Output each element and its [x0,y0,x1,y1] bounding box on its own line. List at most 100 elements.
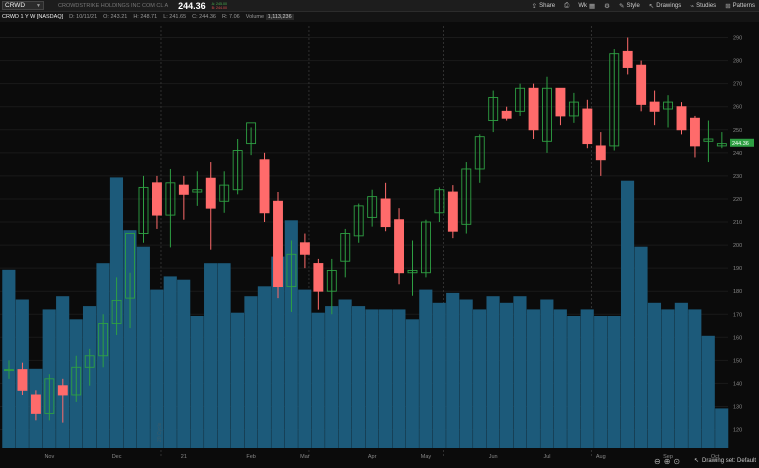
patterns-button[interactable]: ⊞ Patterns [725,2,755,10]
drawing-set-selector[interactable]: ↖ Drawing set: Default [694,457,757,465]
candle-down [151,182,162,216]
candle-down [57,385,68,396]
volume-bar [715,408,729,448]
price-tick-label: 290 [733,36,742,42]
calendar-icon: ▦ [589,3,596,10]
chart-info-bar: CRWD 1 Y W [NASDAQ] D: 10/11/21 O: 243.2… [0,12,759,22]
volume-bar [432,302,446,448]
volume-bar [647,302,662,448]
candle-down [380,198,391,228]
zoom-reset-icon[interactable]: ⊙ [673,457,680,466]
price-tick-label: 280 [733,59,742,65]
price-tick-label: 190 [733,266,742,272]
candle-down [690,117,700,147]
volume-value: 1,113,236 [265,14,294,20]
toolbar-actions: ⇪ Share ⎙ Wk ▦ ⚙ ✎ Style ↖ Drawings ⌁ Studies… [532,0,755,12]
volume-bar [311,312,325,448]
volume-bar [338,299,352,448]
timeframe-button[interactable]: Wk ▦ [578,2,595,10]
candle-down [582,108,593,145]
volume-bar [257,286,271,448]
share-icon: ⇪ [531,3,538,10]
company-name: CROWDSTRIKE HOLDINGS INC COM CL A [58,2,169,9]
info-date: D: 10/11/21 [69,14,98,20]
drawings-label: Drawings [656,3,682,9]
volume-bar [446,292,460,448]
volume-bar [56,296,70,448]
price-chart[interactable]: 120 130 140 150 160 170 180 190 200 210 220 230 240 2… [0,22,759,468]
settings-button[interactable]: ⚙ [604,2,610,10]
chart-area[interactable]: 120 130 140 150 160 170 180 190 200 210 220 230 240 2… [0,22,759,468]
style-label: Style [626,3,640,9]
share-button[interactable]: ⇪ Share [532,2,555,10]
candle-down [636,64,647,105]
info-low: L: 241.65 [163,14,187,20]
volume-bar [674,302,688,448]
price-tick-label: 160 [733,335,742,341]
volume-bar [620,180,635,448]
studies-label: Studies [696,3,717,9]
volume-bar [217,263,231,448]
volume-bar [580,309,594,448]
info-high: H: 248.71 [133,14,158,20]
volume-label: Volume [245,14,265,20]
info-range: R: 7.06 [221,14,240,20]
volume-bar [2,269,16,448]
price-tick-label: 230 [733,174,742,180]
candle-down [501,110,512,119]
volume-bar [540,299,554,448]
price-tick-label: 210 [733,220,742,226]
price-tick-label: 140 [733,381,742,387]
volume-bar [567,316,581,448]
print-button[interactable]: ⎙ [564,2,569,10]
symbol-label: CRWD [5,2,26,9]
volume-bar [459,299,473,448]
volume-bar [701,335,715,448]
candle-down [555,87,566,117]
price-tick-label: 150 [733,358,742,364]
volume-bar [594,316,608,448]
volume-bar [634,246,648,448]
chevron-down-icon[interactable]: ▼ [36,3,41,9]
studies-button[interactable]: ⌁ Studies [690,2,716,10]
drawing-set-label: Drawing set: Default [702,457,757,464]
price-tick-label: 260 [733,105,742,111]
volume-bar [244,296,258,448]
zoom-out-icon[interactable]: ⊖ [654,457,661,466]
price-tick-label: 250 [733,128,742,134]
volume-bar [392,309,406,448]
share-label: Share [539,3,556,9]
volume-bar [177,279,191,448]
volume-bar [499,302,514,448]
style-button[interactable]: ✎ Style [619,2,640,10]
toolbar: CRWD ▼ CROWDSTRIKE HOLDINGS INC COM CL A… [0,0,759,12]
drawings-icon: ↖ [648,3,655,10]
candle-down [447,191,458,232]
cycle-watermark: 20 Cycle [157,422,163,442]
volume-bar [419,289,433,448]
info-close: C: 244.36 [192,14,216,20]
candle-down [273,200,283,288]
zoom-tools: ⊖ ⊕ ⊙ [654,457,680,466]
symbol-input[interactable]: CRWD ▼ [2,1,44,10]
volume-bar [473,309,487,448]
candle-down [30,394,41,414]
candle-down [649,101,660,112]
patterns-label: Patterns [732,3,755,9]
current-price-label: 244.36 [732,141,749,147]
info-open: O: 243.21 [103,14,128,20]
volume-bar [661,309,675,448]
style-icon: ✎ [618,3,625,10]
volume-bar [190,316,204,448]
zoom-in-icon[interactable]: ⊕ [664,457,671,466]
price-tick-label: 220 [733,197,742,203]
candle-down [17,369,28,391]
studies-icon: ⌁ [690,3,695,10]
price-tick-label: 170 [733,312,742,318]
gear-icon: ⚙ [604,3,610,10]
volume-bar [298,289,312,448]
cursor-icon: ↖ [694,458,700,464]
patterns-icon: ⊞ [725,3,731,10]
bid-ask: A: 245.00 B: 244.00 [212,2,227,10]
drawings-button[interactable]: ↖ Drawings [649,2,681,10]
